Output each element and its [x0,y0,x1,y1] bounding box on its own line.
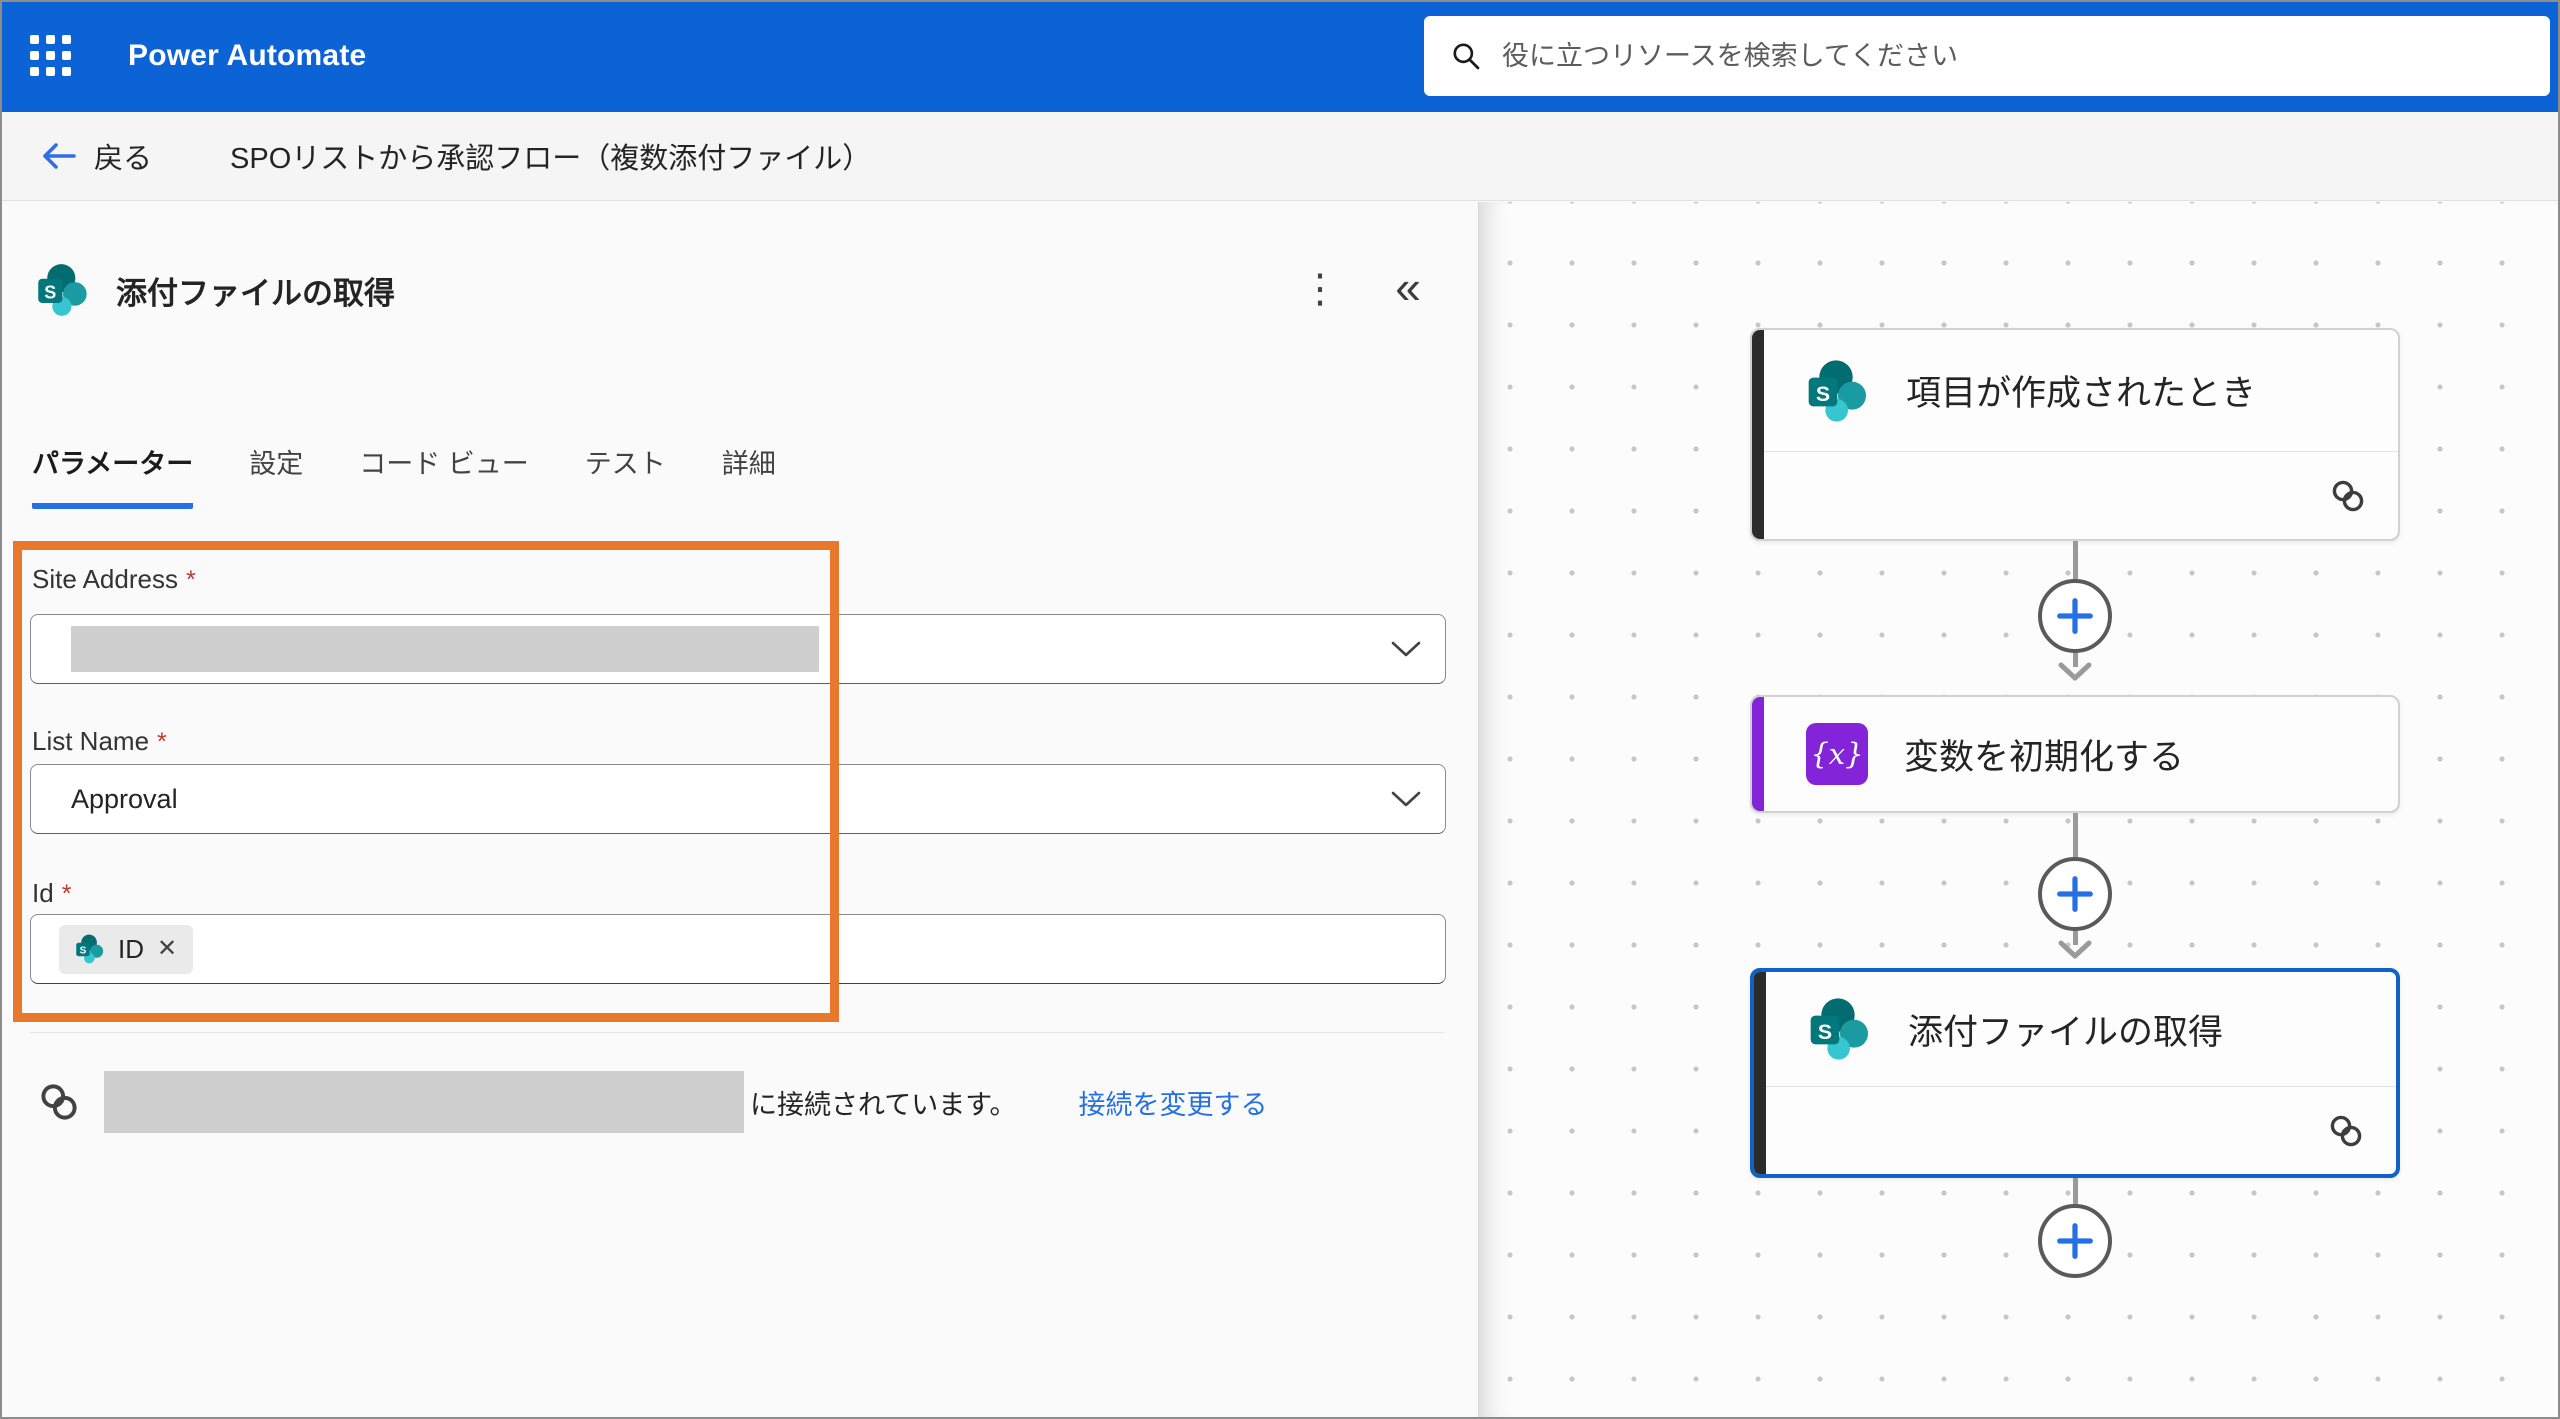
id-input[interactable]: S ID ✕ [30,914,1446,984]
node-title: 添付ファイルの取得 [1908,1012,2224,1052]
connection-info: に接続されています。 接続を変更する [36,1070,1268,1134]
svg-text:S: S [1816,382,1830,406]
tab-parameters[interactable]: パラメーター [32,442,194,509]
node-accent [1752,697,1764,811]
required-asterisk: * [185,566,196,594]
variable-icon: {x} [1806,723,1868,785]
connection-link-icon[interactable] [2326,1111,2366,1151]
chevron-down-icon[interactable] [1391,641,1421,658]
search-box[interactable] [1424,16,2550,96]
node-title: 項目が作成されたとき [1906,374,2257,413]
site-address-input[interactable] [30,614,1446,684]
flow-title: SPOリストから承認フロー（複数添付ファイル） [230,143,872,175]
change-connection-link[interactable]: 接続を変更する [1079,1083,1268,1122]
search-input[interactable] [1502,40,2524,72]
sharepoint-icon: S [1808,997,1872,1061]
tab-code-view[interactable]: コード ビュー [359,442,529,509]
svg-text:S: S [1818,1020,1832,1044]
insert-step-button[interactable] [2038,857,2112,931]
app-title: Power Automate [128,39,367,72]
id-label: Id * [32,878,72,908]
tab-settings[interactable]: 設定 [249,442,303,509]
flow-node-get-attachments[interactable]: S 添付ファイルの取得 [1750,968,2400,1178]
arrow-down-icon [2057,940,2093,960]
panel-title: 添付ファイルの取得 [116,275,395,311]
list-name-input[interactable]: Approval [30,764,1446,834]
connector [2038,813,2112,960]
insert-step-button[interactable] [2038,579,2112,653]
flow-node-trigger[interactable]: S 項目が作成されたとき [1750,328,2400,541]
flow-canvas[interactable]: S 項目が作成されたとき {x} 変数を初期化する S 添付ファイルの取得 [1479,202,2560,1419]
node-accent [1754,972,1766,1174]
edge-line [2072,1178,2078,1204]
node-title: 変数を初期化する [1904,737,2185,777]
required-asterisk: * [157,728,167,756]
sharepoint-icon: S [36,263,90,317]
connection-link-icon[interactable] [2328,476,2368,516]
collapse-panel-icon[interactable]: « [1380,260,1436,314]
search-icon [1450,40,1482,72]
power-automate-window: Power Automate 戻る SPOリストから承認フロー（複数添付ファイル… [0,0,2560,1419]
tab-test[interactable]: テスト [585,442,666,509]
edge-line [2072,813,2078,857]
redacted-connection-name [104,1071,744,1133]
connector [2038,541,2112,682]
insert-step-button[interactable] [2038,1204,2112,1278]
panel-header: S 添付ファイルの取得 ⋮ « [36,260,1458,320]
section-divider [30,1032,1444,1033]
sharepoint-icon: S [1806,359,1870,423]
connector [2038,1178,2112,1278]
sharepoint-icon: S [75,934,105,964]
list-name-value: Approval [71,783,178,814]
svg-text:S: S [80,946,87,957]
edge-line [2072,541,2078,579]
tab-about[interactable]: 詳細 [722,442,776,509]
flow-node-initialize-variable[interactable]: {x} 変数を初期化する [1750,695,2400,813]
back-label: 戻る [94,143,153,175]
breadcrumb: 戻る SPOリストから承認フロー（複数添付ファイル） [0,112,2560,201]
more-menu-icon[interactable]: ⋮ [1300,262,1340,316]
required-asterisk: * [61,880,72,908]
connection-status-text: に接続されています。 [750,1089,1017,1120]
token-label: ID [118,933,144,964]
arrow-down-icon [2057,662,2093,682]
waffle-menu-icon[interactable] [30,35,72,77]
site-address-label: Site Address * [32,564,196,594]
node-accent [1752,330,1764,539]
close-icon[interactable]: ✕ [157,937,177,961]
arrow-left-icon [38,140,78,172]
link-icon [36,1079,82,1125]
dynamic-content-token[interactable]: S ID ✕ [59,924,194,974]
panel-tabs: パラメーター 設定 コード ビュー テスト 詳細 [32,442,776,509]
top-app-bar: Power Automate [0,0,2560,112]
chevron-down-icon[interactable] [1391,791,1421,808]
list-name-label: List Name * [32,726,167,756]
action-details-panel: S 添付ファイルの取得 ⋮ « パラメーター 設定 コード ビュー テスト 詳細… [0,202,1479,1419]
redacted-value [71,626,819,672]
back-button[interactable]: 戻る [38,135,152,177]
svg-text:S: S [44,282,56,302]
